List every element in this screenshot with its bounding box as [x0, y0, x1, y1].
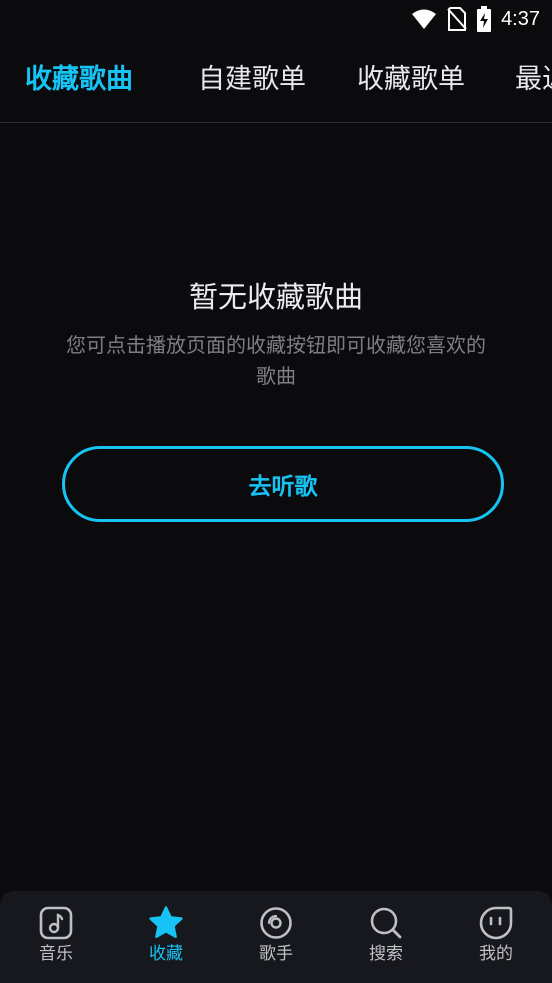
- nav-item-search[interactable]: 搜索: [331, 891, 441, 983]
- go-listen-button[interactable]: 去听歌: [62, 446, 504, 522]
- tab-recent[interactable]: 最近: [515, 63, 552, 97]
- nav-item-mine[interactable]: 我的: [441, 891, 551, 983]
- nav-item-artists[interactable]: 歌手: [221, 891, 331, 983]
- nav-item-music[interactable]: 音乐: [1, 891, 111, 983]
- wifi-icon: [412, 9, 437, 29]
- nav-item-favorites[interactable]: 收藏: [111, 891, 221, 983]
- no-sim-icon: [447, 7, 467, 31]
- status-bar: 4:37: [0, 0, 552, 38]
- nav-label-mine: 我的: [479, 944, 513, 964]
- nav-label-artists: 歌手: [259, 944, 293, 964]
- bottom-nav: 音乐 收藏 歌手 搜索 我的: [0, 891, 552, 983]
- nav-label-favorites: 收藏: [149, 944, 183, 964]
- disc-icon: [260, 907, 292, 939]
- status-icons: 4:37: [411, 5, 540, 33]
- empty-state-description: 您可点击播放页面的收藏按钮即可收藏您喜欢的歌曲: [66, 333, 486, 388]
- tab-favorite-playlists[interactable]: 收藏歌单: [357, 63, 465, 97]
- music-note-icon: [39, 906, 73, 940]
- status-time: 4:37: [501, 7, 540, 30]
- nav-label-search: 搜索: [369, 944, 403, 964]
- search-icon: [370, 907, 402, 939]
- nav-label-music: 音乐: [39, 944, 73, 964]
- battery-charging-icon: [477, 6, 492, 32]
- tab-custom-playlists[interactable]: 自建歌单: [198, 63, 306, 97]
- star-icon: [149, 906, 183, 938]
- tab-list: 收藏歌曲 自建歌单 收藏歌单 最近: [0, 38, 552, 122]
- top-tab-bar: 收藏歌曲 自建歌单 收藏歌单 最近: [0, 38, 552, 123]
- profile-face-icon: [479, 906, 513, 940]
- tab-favorite-songs[interactable]: 收藏歌曲: [25, 63, 133, 97]
- empty-state-title: 暂无收藏歌曲: [188, 280, 363, 314]
